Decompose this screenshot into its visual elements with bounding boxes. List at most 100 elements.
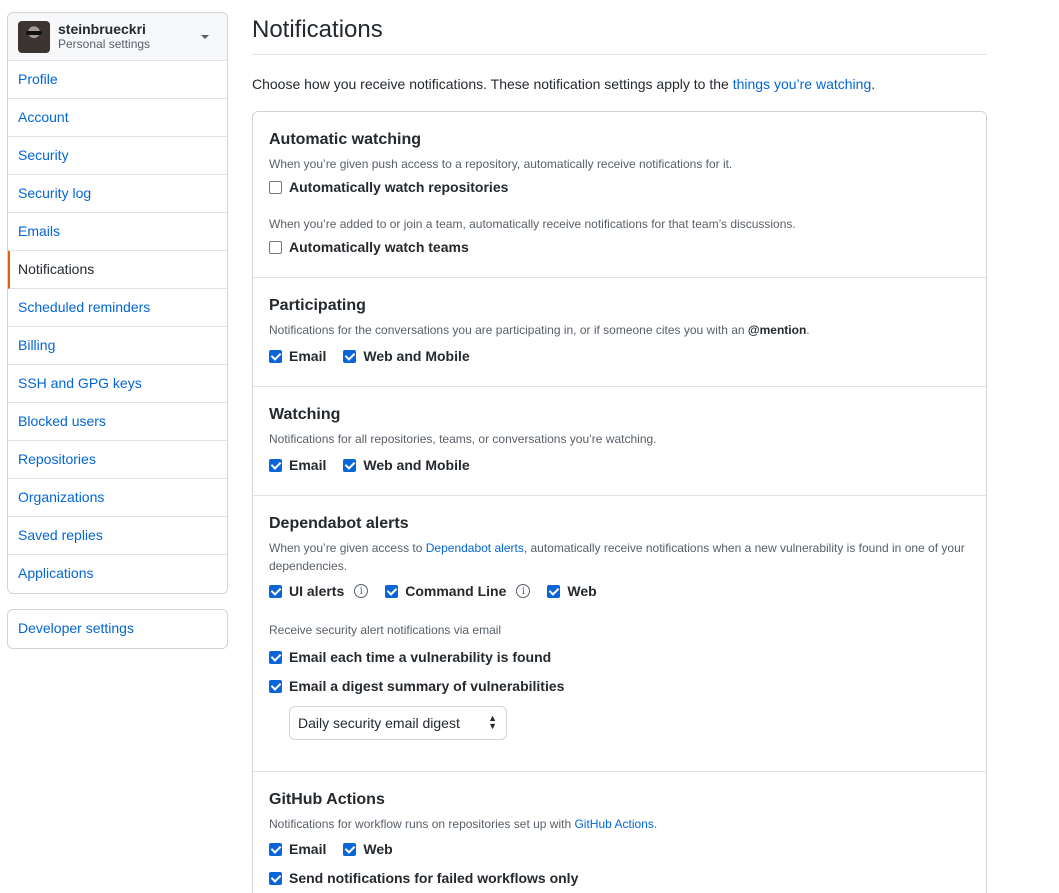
- section-note: When you’re given push access to a repos…: [269, 157, 733, 171]
- checkbox-label: Web and Mobile: [363, 457, 470, 473]
- section-title: Dependabot alerts: [269, 515, 409, 532]
- email-note: Receive security alert notifications via…: [269, 623, 502, 637]
- checkbox-label: Email each time a vulnerability is found: [289, 649, 552, 665]
- dependabot-alerts-link[interactable]: Dependabot alerts: [426, 541, 524, 555]
- email-each-vulnerability-checkbox[interactable]: Email each time a vulnerability is found: [269, 649, 551, 665]
- checkbox-row: Send notifications for failed workflows …: [269, 868, 970, 888]
- sidebar-item-scheduled-reminders[interactable]: Scheduled reminders: [8, 289, 227, 327]
- section-note: Notifications for workflow runs on repos…: [269, 815, 970, 833]
- main-content: Notifications Choose how you receive not…: [252, 0, 987, 893]
- note-text: Notifications for workflow runs on repos…: [269, 817, 575, 831]
- checkbox-box[interactable]: [269, 349, 282, 363]
- notification-settings-box: Automatic watching When you’re given pus…: [252, 111, 987, 893]
- section-title: GitHub Actions: [269, 791, 385, 808]
- sidebar-item-saved-replies[interactable]: Saved replies: [8, 517, 227, 555]
- sidebar-item-profile[interactable]: Profile: [8, 61, 227, 99]
- sidebar-item-blocked-users[interactable]: Blocked users: [8, 403, 227, 441]
- github-actions-link[interactable]: GitHub Actions: [574, 817, 653, 831]
- checkbox-box[interactable]: [269, 871, 282, 885]
- checkbox-box[interactable]: [269, 180, 282, 194]
- checkbox-box[interactable]: [269, 842, 282, 856]
- checkbox-box[interactable]: [547, 584, 561, 598]
- checkbox-row: UI alerts i Command Line i Web: [269, 581, 970, 601]
- checkbox-label: Email a digest summary of vulnerabilitie…: [289, 678, 565, 694]
- ui-alerts-checkbox[interactable]: UI alerts i: [269, 583, 369, 599]
- digest-select-wrapper: Daily security email digest ▲ ▼: [269, 696, 507, 740]
- participating-email-checkbox[interactable]: Email: [269, 348, 326, 364]
- checkbox-row: Automatically watch repositories: [269, 177, 970, 197]
- checkbox-label: Email: [289, 457, 327, 473]
- checkbox-label: Command Line: [405, 583, 507, 599]
- checkbox-box[interactable]: [343, 458, 357, 472]
- sidebar-item-organizations[interactable]: Organizations: [8, 479, 227, 517]
- dependabot-web-checkbox[interactable]: Web: [547, 583, 597, 599]
- watching-email-checkbox[interactable]: Email: [269, 457, 326, 473]
- info-icon[interactable]: i: [516, 584, 531, 598]
- sidebar-item-repositories[interactable]: Repositories: [8, 441, 227, 479]
- note-end: .: [806, 323, 810, 337]
- sidebar-item-notifications[interactable]: Notifications: [8, 251, 227, 289]
- info-icon[interactable]: i: [354, 584, 369, 598]
- email-digest-checkbox[interactable]: Email a digest summary of vulnerabilitie…: [269, 678, 564, 694]
- checkbox-label: Email: [289, 841, 327, 857]
- sidebar-item-security-log[interactable]: Security log: [8, 175, 227, 213]
- auto-watch-teams-checkbox[interactable]: Automatically watch teams: [269, 239, 469, 255]
- section-github-actions: GitHub Actions Notifications for workflo…: [253, 772, 986, 893]
- settings-sidebar: steinbrueckri Personal settings Profile …: [7, 12, 228, 649]
- checkbox-box[interactable]: [269, 650, 282, 664]
- user-info: steinbrueckri Personal settings: [58, 20, 150, 52]
- section-note: Notifications for all repositories, team…: [269, 432, 657, 446]
- actions-email-checkbox[interactable]: Email: [269, 841, 326, 857]
- checkbox-box[interactable]: [269, 240, 282, 254]
- auto-watch-repos-checkbox[interactable]: Automatically watch repositories: [269, 179, 508, 195]
- section-note: When you’re given access to Dependabot a…: [269, 539, 970, 575]
- checkbox-label: Automatically watch teams: [289, 239, 469, 255]
- participating-web-checkbox[interactable]: Web and Mobile: [343, 348, 470, 364]
- checkbox-box[interactable]: [269, 584, 282, 598]
- checkbox-box[interactable]: [269, 458, 282, 472]
- checkbox-row: Email a digest summary of vulnerabilitie…: [269, 676, 970, 696]
- sidebar-item-security[interactable]: Security: [8, 137, 227, 175]
- failed-workflows-only-checkbox[interactable]: Send notifications for failed workflows …: [269, 870, 578, 886]
- note-text: Notifications for the conversations you …: [269, 323, 748, 337]
- section-note: When you’re added to or join a team, aut…: [269, 217, 796, 231]
- digest-frequency-select[interactable]: Daily security email digest: [289, 706, 507, 740]
- mention-text: @mention: [747, 323, 807, 337]
- checkbox-label: Web and Mobile: [363, 348, 470, 364]
- watching-web-checkbox[interactable]: Web and Mobile: [343, 457, 470, 473]
- checkbox-label: Send notifications for failed workflows …: [289, 870, 579, 886]
- sidebar-item-account[interactable]: Account: [8, 99, 227, 137]
- intro-text: Choose how you receive notifications. Th…: [252, 74, 987, 95]
- note-end: .: [653, 817, 658, 831]
- settings-menu: steinbrueckri Personal settings Profile …: [7, 12, 228, 594]
- checkbox-box[interactable]: [269, 679, 282, 693]
- checkbox-row: Email Web and Mobile: [269, 455, 970, 475]
- checkbox-row: Automatically watch teams: [269, 237, 970, 257]
- checkbox-box[interactable]: [385, 584, 399, 598]
- section-title: Participating: [269, 297, 366, 314]
- intro-text-end: .: [871, 76, 876, 92]
- checkbox-row: Email Web: [269, 839, 970, 859]
- checkbox-row: Email each time a vulnerability is found: [269, 647, 970, 667]
- actions-web-checkbox[interactable]: Web: [343, 841, 393, 857]
- section-automatic-watching: Automatic watching When you’re given pus…: [253, 112, 986, 278]
- checkbox-label: Email: [289, 348, 327, 364]
- section-dependabot: Dependabot alerts When you’re given acce…: [253, 496, 986, 772]
- sidebar-item-ssh-gpg-keys[interactable]: SSH and GPG keys: [8, 365, 227, 403]
- checkbox-label: Web: [363, 841, 393, 857]
- command-line-checkbox[interactable]: Command Line i: [385, 583, 531, 599]
- avatar: [18, 20, 50, 53]
- intro-text-start: Choose how you receive notifications. Th…: [252, 76, 733, 92]
- sidebar-item-billing[interactable]: Billing: [8, 327, 227, 365]
- username: steinbrueckri: [58, 20, 146, 37]
- sidebar-item-emails[interactable]: Emails: [8, 213, 227, 251]
- section-title: Automatic watching: [269, 131, 422, 148]
- checkbox-box[interactable]: [343, 349, 357, 363]
- checkbox-box[interactable]: [343, 842, 357, 856]
- sidebar-item-developer-settings[interactable]: Developer settings: [8, 610, 227, 648]
- sidebar-item-applications[interactable]: Applications: [8, 555, 227, 593]
- account-switcher[interactable]: steinbrueckri Personal settings: [8, 13, 227, 61]
- things-watching-link[interactable]: things you’re watching: [733, 76, 872, 92]
- chevron-down-icon[interactable]: [201, 35, 209, 39]
- checkbox-row: Email Web and Mobile: [269, 346, 970, 366]
